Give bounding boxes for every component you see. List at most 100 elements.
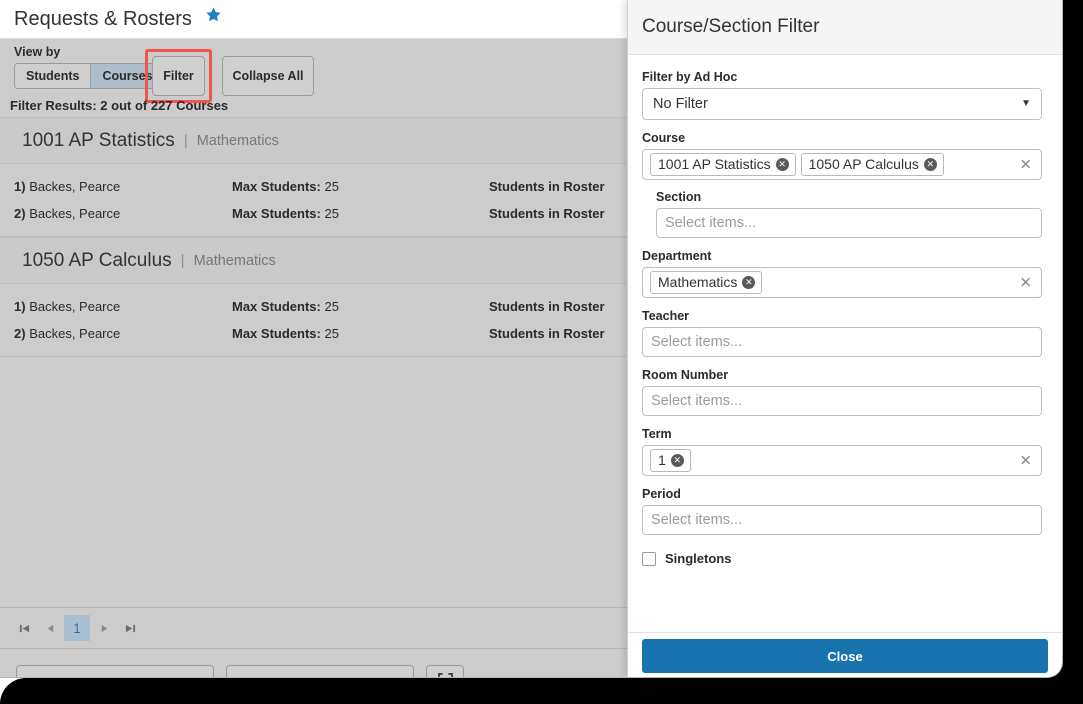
course-multiselect[interactable]: 1001 AP Statistics ✕ 1050 AP Calculus ✕ …	[642, 149, 1042, 180]
filter-panel-footer: Close	[628, 632, 1062, 677]
section-max-students: Max Students: 25	[232, 206, 489, 221]
filter-results-text: Filter Results: 2 out of 227 Courses	[10, 98, 229, 113]
teacher-multiselect[interactable]: Select items...	[642, 327, 1042, 357]
field-course: Course 1001 AP Statistics ✕ 1050 AP Calc…	[642, 131, 1042, 180]
period-label: Period	[642, 487, 681, 501]
max-students-value: 25	[324, 326, 339, 341]
section-roster: Students in Roster	[489, 179, 605, 194]
section-roster: Students in Roster	[489, 326, 605, 341]
section-max-students: Max Students: 25	[232, 299, 489, 314]
teacher-name: Backes, Pearce	[29, 326, 121, 341]
view-by-students-button[interactable]: Students	[15, 64, 91, 88]
teacher-name: Backes, Pearce	[29, 206, 121, 221]
ad-hoc-select[interactable]: No Filter ▼	[642, 88, 1042, 120]
application-window: Requests & Rosters Scheduling & Courses …	[0, 0, 1063, 678]
max-students-label: Max Students:	[232, 299, 321, 314]
teacher-placeholder: Select items...	[651, 334, 743, 350]
teacher-name: Backes, Pearce	[29, 299, 121, 314]
field-term: Term 1 ✕ ✕	[642, 427, 1042, 476]
room-number-label: Room Number	[642, 368, 729, 382]
section-roster: Students in Roster	[489, 299, 605, 314]
course-name: 1001 AP Statistics	[22, 129, 175, 151]
max-students-value: 25	[324, 179, 339, 194]
previous-page-button[interactable]	[38, 616, 62, 640]
students-in-roster-label: Students in Roster	[489, 206, 605, 221]
chevron-down-icon: ▼	[1021, 98, 1031, 109]
course-chip-label: 1001 AP Statistics	[658, 156, 771, 172]
field-room-number: Room Number Select items...	[642, 368, 1042, 416]
term-label: Term	[642, 427, 672, 441]
singletons-checkbox[interactable]	[642, 551, 656, 566]
view-by-toggle: Students Courses	[14, 63, 165, 89]
section-number: 2)	[14, 326, 26, 341]
course-chip-label: 1050 AP Calculus	[808, 156, 919, 172]
filter-panel-body: Filter by Ad Hoc No Filter ▼ Course 1001…	[628, 56, 1062, 632]
clear-course-icon[interactable]: ✕	[1019, 157, 1032, 172]
section-number: 1)	[14, 179, 26, 194]
ad-hoc-value: No Filter	[653, 96, 708, 112]
room-number-placeholder: Select items...	[651, 393, 743, 409]
course-name: 1050 AP Calculus	[22, 249, 172, 271]
filter-panel-header: Course/Section Filter	[628, 0, 1062, 55]
section-teacher: 2) Backes, Pearce	[0, 326, 232, 341]
course-chip: 1001 AP Statistics ✕	[650, 153, 796, 176]
filter-panel-title: Course/Section Filter	[642, 16, 820, 37]
filter-button[interactable]: Filter	[152, 56, 205, 96]
field-singletons: Singletons	[642, 551, 1042, 566]
expand-icon	[438, 673, 453, 677]
screenshot-frame: Requests & Rosters Scheduling & Courses …	[0, 0, 1083, 704]
remove-chip-icon[interactable]: ✕	[775, 157, 789, 171]
section-max-students: Max Students: 25	[232, 179, 489, 194]
department-chip-label: Mathematics	[658, 274, 738, 290]
teacher-name: Backes, Pearce	[29, 179, 121, 194]
last-page-button[interactable]	[118, 616, 142, 640]
course-separator: |	[183, 132, 188, 149]
course-section-filter-panel: Course/Section Filter Filter by Ad Hoc N…	[627, 0, 1062, 677]
clear-department-icon[interactable]: ✕	[1019, 275, 1032, 290]
department-multiselect[interactable]: Mathematics ✕ ✕	[642, 267, 1042, 298]
max-students-label: Max Students:	[232, 179, 321, 194]
max-students-label: Max Students:	[232, 326, 321, 341]
course-chip: 1050 AP Calculus ✕	[800, 153, 944, 176]
course-department: Mathematics	[193, 252, 276, 269]
course-department: Mathematics	[196, 132, 279, 149]
clear-term-icon[interactable]: ✕	[1019, 453, 1032, 468]
next-page-button[interactable]	[92, 616, 116, 640]
max-students-value: 25	[324, 299, 339, 314]
batch-edit-course-requests-button[interactable]: Batch Edit Course Requests	[16, 665, 215, 677]
students-in-roster-label: Students in Roster	[489, 299, 605, 314]
section-roster: Students in Roster	[489, 206, 605, 221]
max-students-label: Max Students:	[232, 206, 321, 221]
page-number-1[interactable]: 1	[64, 615, 90, 641]
department-label: Department	[642, 249, 712, 263]
section-label: Section	[656, 190, 702, 204]
section-number: 1)	[14, 299, 26, 314]
ad-hoc-label: Filter by Ad Hoc	[642, 70, 738, 84]
remove-chip-icon[interactable]: ✕	[670, 453, 684, 467]
first-page-button[interactable]	[12, 616, 36, 640]
section-number: 2)	[14, 206, 26, 221]
department-chip: Mathematics ✕	[650, 271, 763, 294]
star-icon[interactable]	[205, 6, 222, 27]
field-ad-hoc: Filter by Ad Hoc No Filter ▼	[642, 70, 1042, 120]
period-multiselect[interactable]: Select items...	[642, 505, 1042, 535]
period-placeholder: Select items...	[651, 512, 743, 528]
remove-chip-icon[interactable]: ✕	[742, 275, 756, 289]
section-teacher: 2) Backes, Pearce	[0, 206, 232, 221]
page-title: Requests & Rosters	[14, 6, 222, 31]
course-separator: |	[180, 252, 185, 269]
term-multiselect[interactable]: 1 ✕ ✕	[642, 445, 1042, 476]
section-placeholder: Select items...	[665, 215, 757, 231]
term-chip-label: 1	[658, 452, 666, 468]
collapse-all-button[interactable]: Collapse All	[222, 56, 314, 96]
close-button[interactable]: Close	[642, 639, 1048, 673]
expand-button[interactable]	[426, 665, 465, 677]
room-number-multiselect[interactable]: Select items...	[642, 386, 1042, 416]
students-in-roster-label: Students in Roster	[489, 179, 605, 194]
section-multiselect[interactable]: Select items...	[656, 208, 1042, 238]
page-title-text: Requests & Rosters	[14, 8, 192, 30]
field-period: Period Select items...	[642, 487, 1042, 535]
view-by-label: View by	[14, 45, 61, 59]
batch-edit-course-rosters-button[interactable]: Batch Edit Course Rosters	[226, 665, 415, 677]
remove-chip-icon[interactable]: ✕	[923, 157, 937, 171]
